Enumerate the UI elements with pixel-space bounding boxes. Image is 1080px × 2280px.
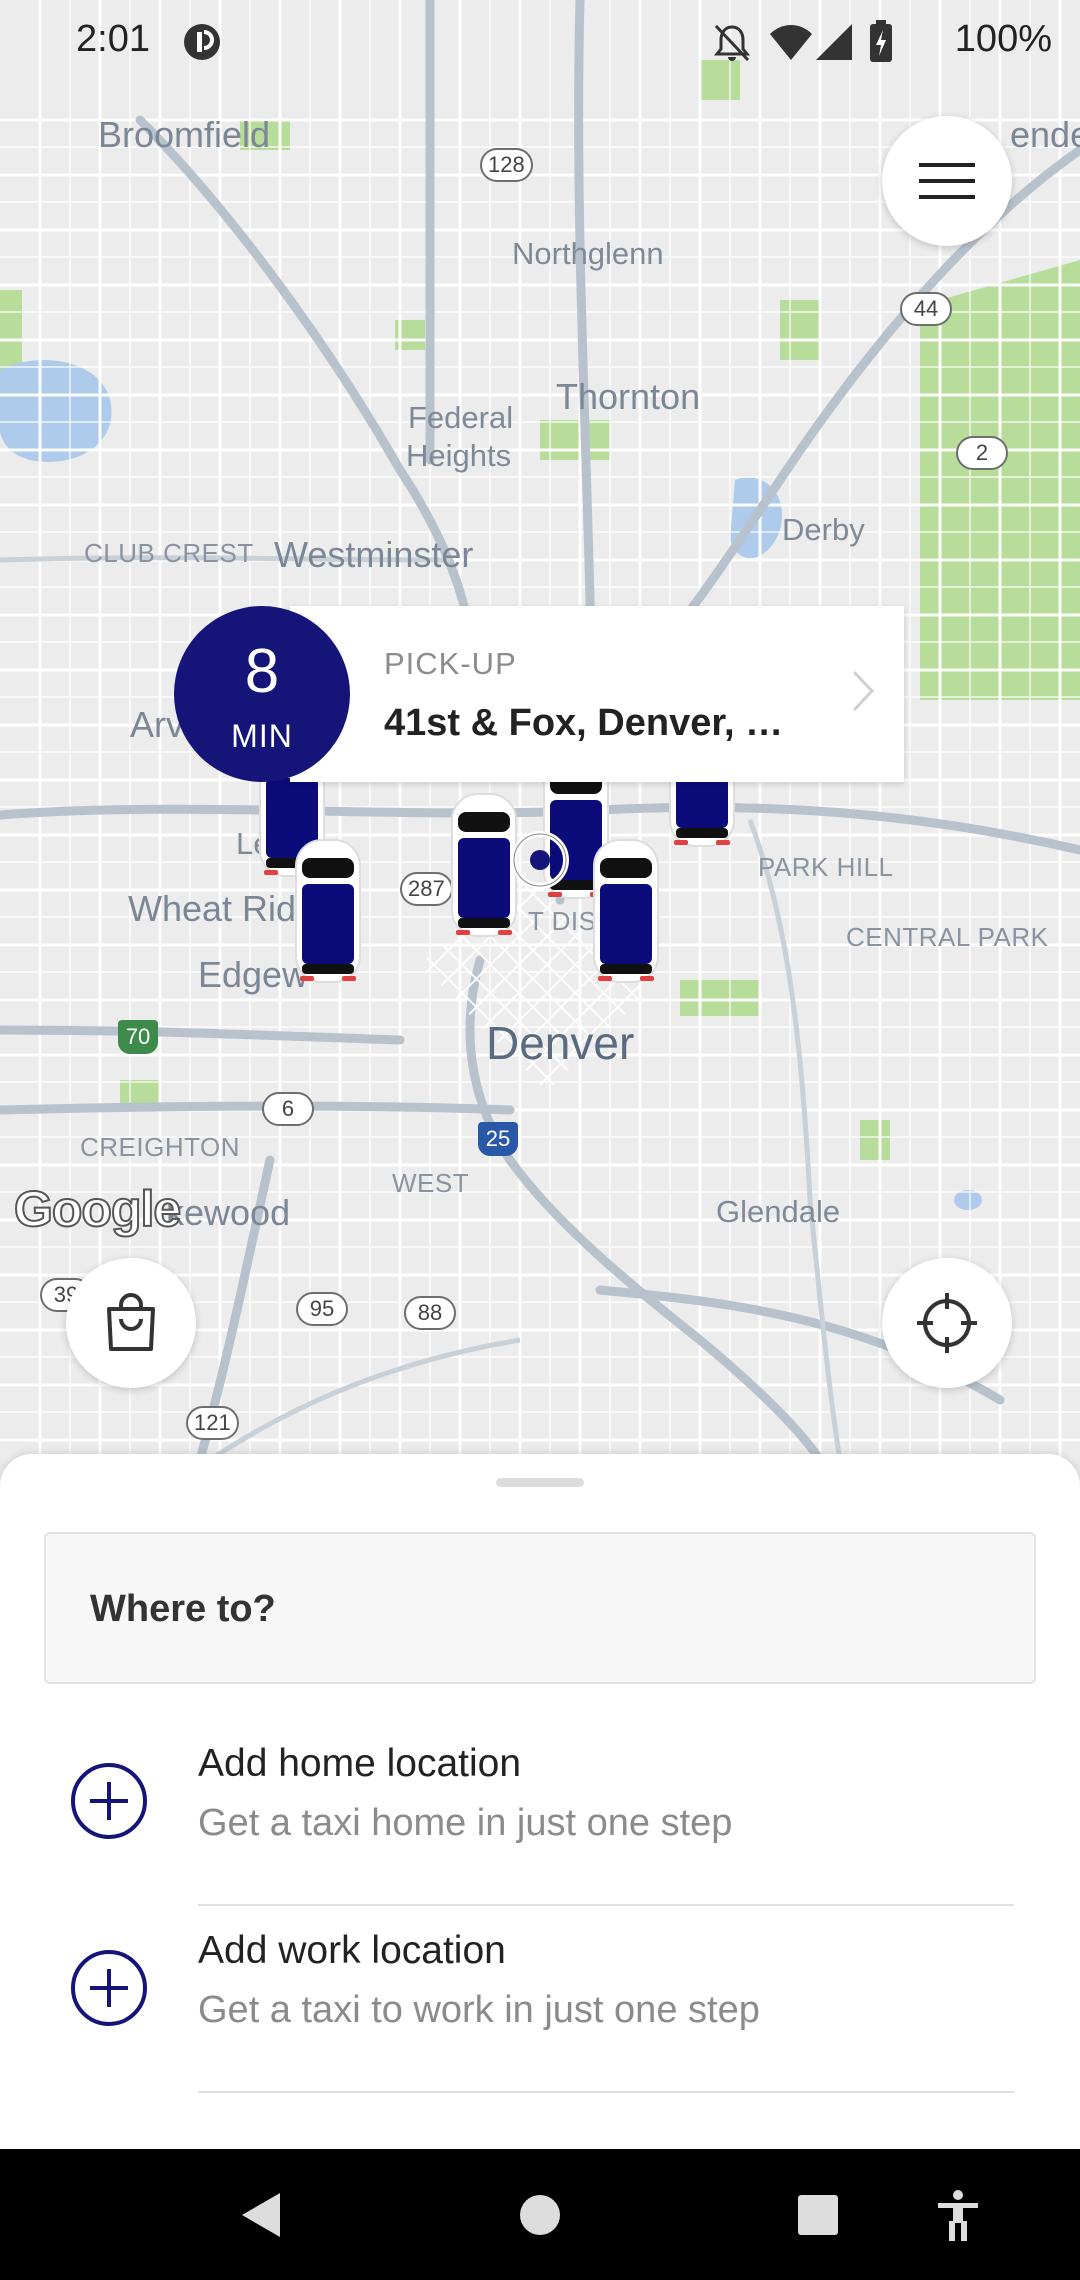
route-shield: 128 xyxy=(480,148,533,182)
shortcut-subtitle: Get a taxi home in just one step xyxy=(198,1802,733,1844)
route-shield: 70 xyxy=(118,1020,158,1054)
shop-button[interactable] xyxy=(66,1258,196,1388)
map-label: Heights xyxy=(406,438,512,473)
recents-icon xyxy=(798,2195,838,2235)
bottom-sheet: Where to? Add home location Get a taxi h… xyxy=(0,1454,1080,2149)
sheet-drag-handle[interactable] xyxy=(496,1478,584,1487)
google-logo: Google xyxy=(13,1180,182,1238)
shortcut-title: Add home location xyxy=(198,1742,522,1785)
eta-value: 8 xyxy=(244,637,280,706)
taxi-car-icon xyxy=(295,839,361,983)
route-shield: 25 xyxy=(478,1122,518,1156)
nav-back-button[interactable] xyxy=(230,2185,290,2245)
map-label: Wheat Rid xyxy=(128,888,297,929)
map-label: Glendale xyxy=(716,1194,841,1229)
app-notification-icon xyxy=(184,24,220,60)
divider xyxy=(198,2091,1014,2093)
chevron-right-icon xyxy=(852,670,875,712)
plus-circle-icon xyxy=(71,1763,147,1839)
plus-circle-icon xyxy=(71,1950,147,2026)
shortcut-subtitle: Get a taxi to work in just one step xyxy=(198,1989,760,2031)
destination-placeholder: Where to? xyxy=(90,1588,276,1630)
map-label: Northglenn xyxy=(512,236,664,271)
home-icon xyxy=(520,2195,560,2235)
hamburger-menu-icon xyxy=(919,163,975,199)
divider xyxy=(198,1904,1014,1906)
eta-badge: 8 MIN xyxy=(174,606,350,782)
back-icon xyxy=(242,2193,280,2237)
map-label: CENTRAL PARK xyxy=(846,922,1049,952)
crosshair-icon xyxy=(917,1293,977,1353)
signal-icon xyxy=(816,24,852,60)
route-shield: 88 xyxy=(404,1296,456,1330)
route-shield: 2 xyxy=(956,436,1008,470)
taxi-car-icon xyxy=(593,839,659,983)
eta-unit: MIN xyxy=(231,718,293,754)
battery-percent: 100% xyxy=(954,18,1052,60)
route-shield: 44 xyxy=(900,292,952,326)
map-label: Federal xyxy=(408,400,514,435)
nav-home-button[interactable] xyxy=(510,2185,570,2245)
map-label: Thornton xyxy=(556,376,701,417)
location-pin-icon xyxy=(511,831,569,889)
map-label: Broomfield xyxy=(98,114,271,155)
status-bar: 2:01 100% xyxy=(0,0,1080,86)
map-label: Westminster xyxy=(274,534,474,575)
locate-me-button[interactable] xyxy=(882,1258,1012,1388)
map-label: PARK HILL xyxy=(758,852,894,882)
shortcut-title: Add work location xyxy=(198,1929,506,1972)
shopping-bag-icon xyxy=(107,1293,155,1351)
status-time: 2:01 xyxy=(76,18,150,60)
route-shield: 6 xyxy=(262,1092,314,1126)
battery-charging-icon xyxy=(870,20,892,62)
nav-recents-button[interactable] xyxy=(788,2185,848,2245)
wifi-icon xyxy=(770,25,812,60)
map-label: enders xyxy=(1010,114,1080,155)
pickup-label: PICK-UP xyxy=(384,646,517,681)
map-label: T DIS xyxy=(528,906,597,936)
route-shield: 121 xyxy=(186,1406,239,1440)
accessibility-icon xyxy=(938,2190,978,2241)
bell-off-icon xyxy=(713,24,751,62)
map-label: WEST xyxy=(392,1168,470,1198)
add-home-location-item[interactable]: Add home location Get a taxi home in jus… xyxy=(0,1720,1080,1906)
route-shield: 95 xyxy=(296,1292,348,1326)
map-label: kewood xyxy=(166,1192,291,1233)
nav-accessibility-button[interactable] xyxy=(928,2185,988,2245)
destination-search-field[interactable]: Where to? xyxy=(44,1532,1036,1684)
map-label: Denver xyxy=(486,1017,635,1069)
map-label: Derby xyxy=(782,512,865,547)
map-label: CLUB CREST xyxy=(84,538,254,568)
pickup-card[interactable]: PICK-UP 41st & Fox, Denver, … xyxy=(290,606,904,782)
route-shield: 287 xyxy=(400,872,453,906)
add-work-location-item[interactable]: Add work location Get a taxi to work in … xyxy=(0,1907,1080,2093)
pickup-address: 41st & Fox, Denver, … xyxy=(384,702,784,744)
system-nav-bar xyxy=(0,2149,1080,2280)
menu-button[interactable] xyxy=(882,116,1012,246)
map-label: CREIGHTON xyxy=(80,1132,241,1162)
